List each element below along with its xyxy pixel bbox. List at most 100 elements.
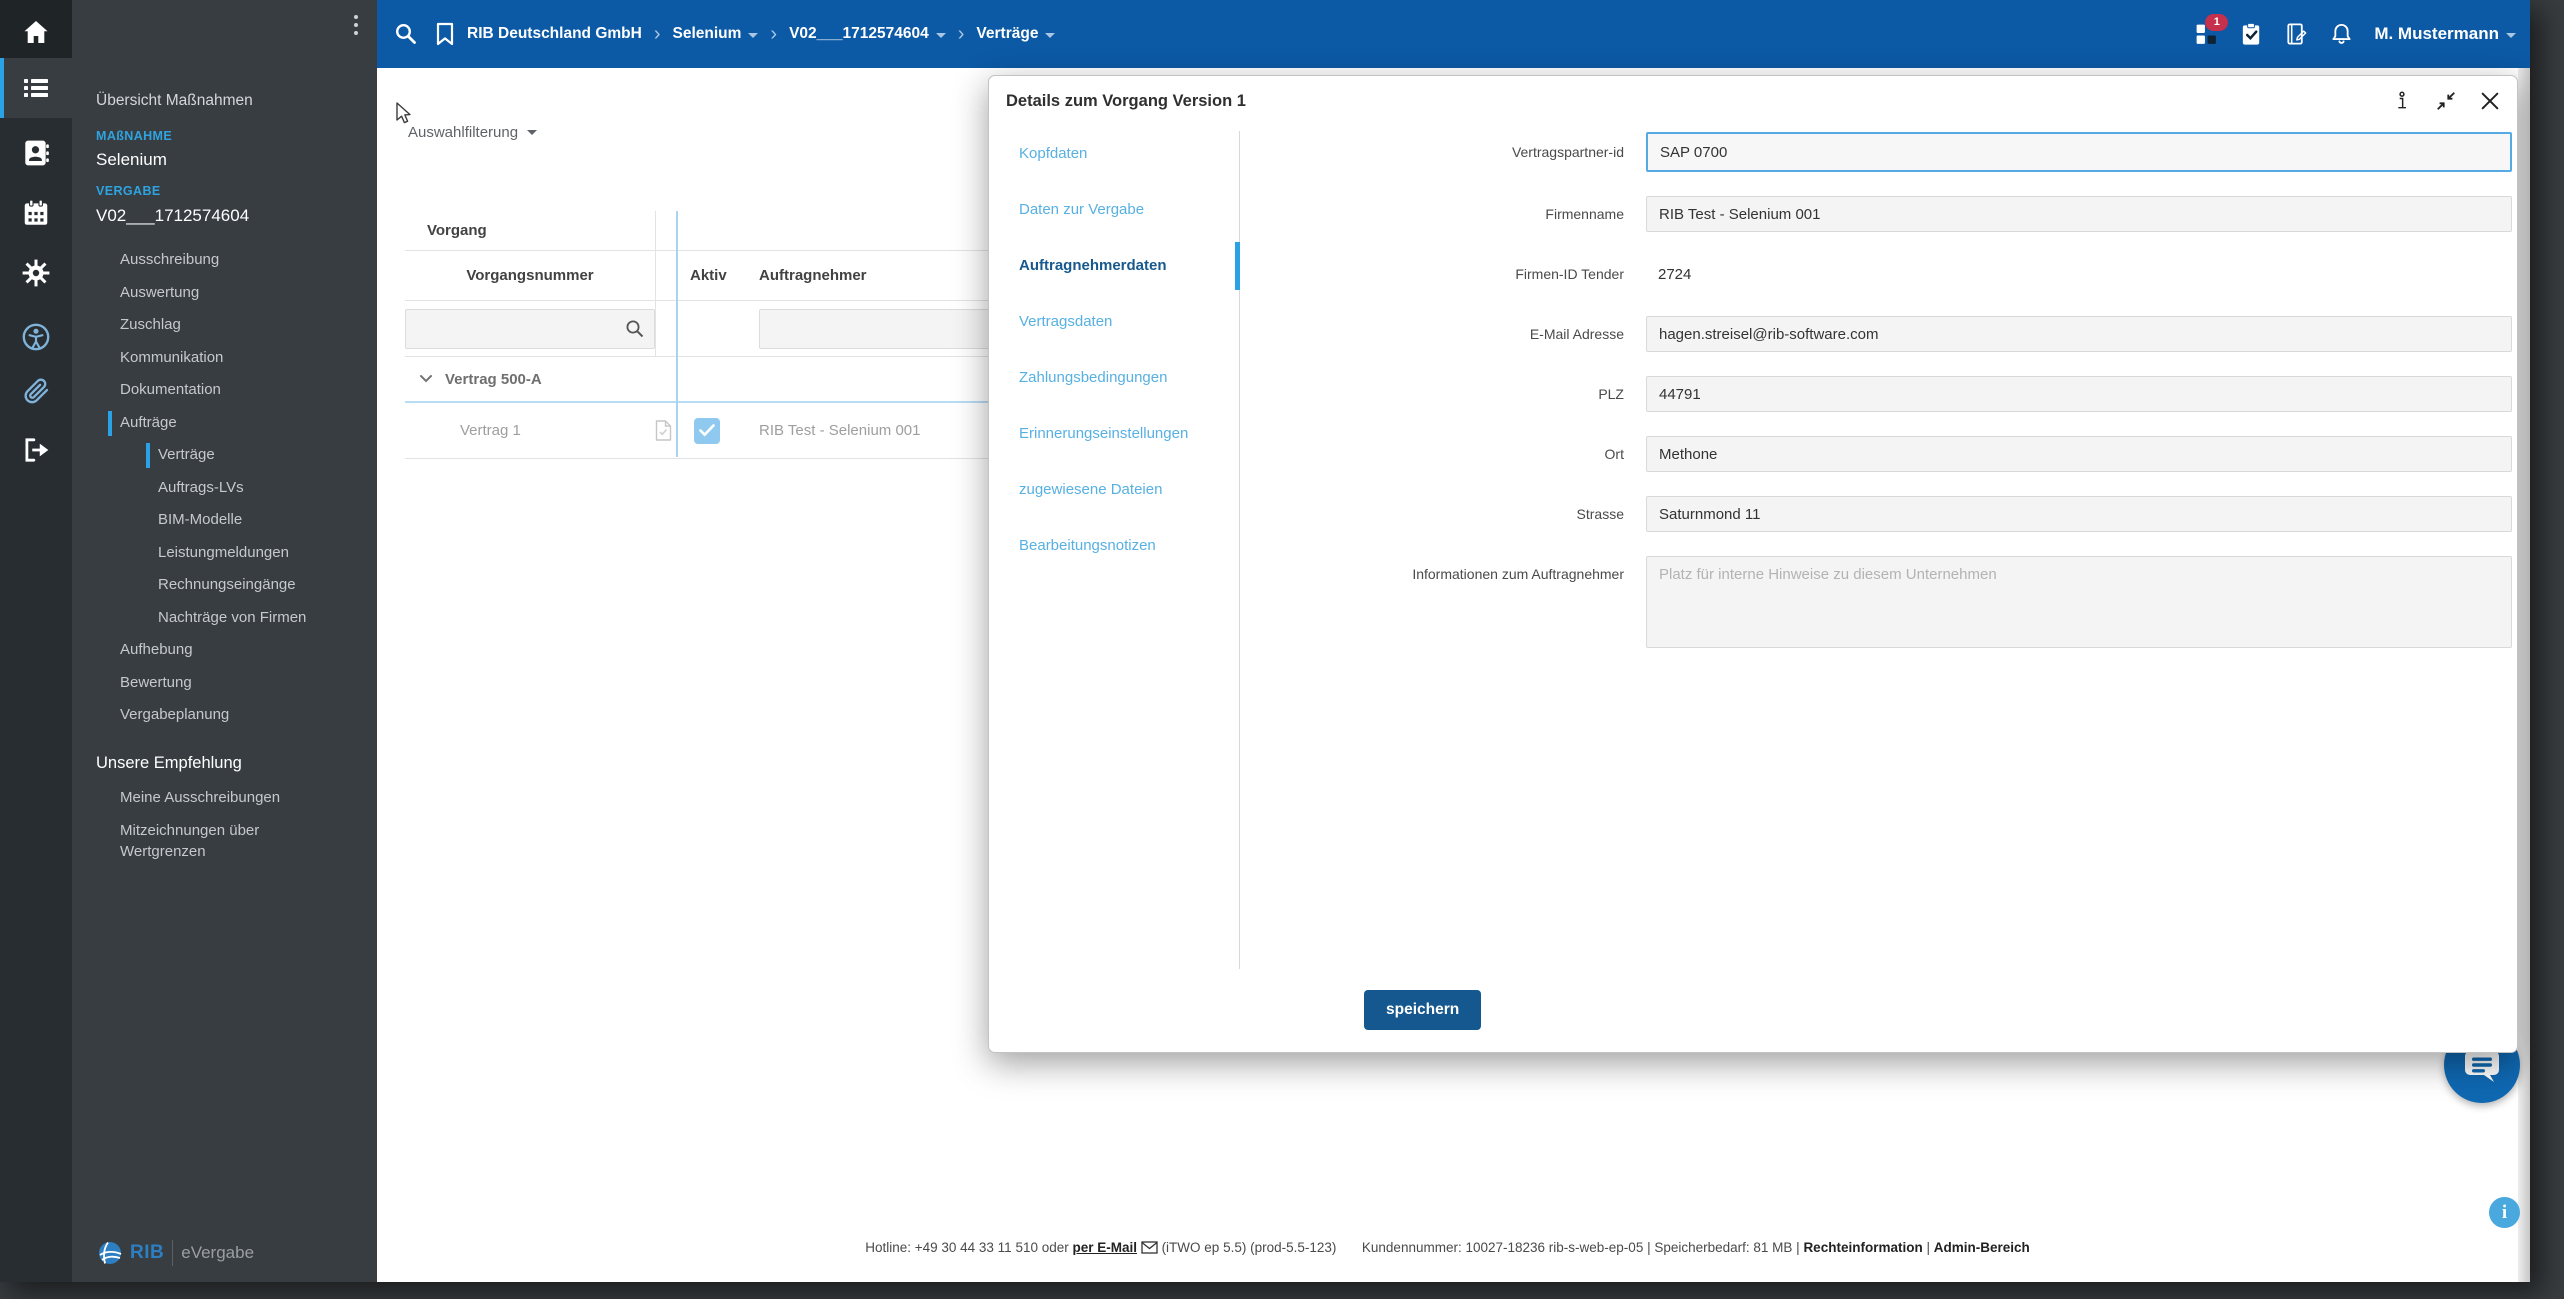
column-header-vorgangsnummer[interactable]: Vorgangsnummer <box>405 251 655 301</box>
sidebar-item-rechnungseingaenge[interactable]: Rechnungseingänge <box>72 569 377 602</box>
aktiv-checkbox[interactable] <box>694 417 720 444</box>
save-button[interactable]: speichern <box>1364 990 1482 1030</box>
field-label-vertragspartner-id: Vertragspartner-id <box>1511 144 1624 160</box>
plz-input[interactable] <box>1646 376 2512 412</box>
info-icon[interactable]: i <box>2489 1197 2520 1228</box>
sidebar-item-nachtraege[interactable]: Nachträge von Firmen <box>72 602 377 635</box>
bookmark-icon[interactable] <box>433 21 457 47</box>
sidebar-value-vergabe[interactable]: V02___1712574604 <box>96 206 249 226</box>
sidebar: Übersicht Maßnahmen MAßNAHME Selenium VE… <box>72 0 377 1282</box>
topbar-actions: 1 M. Mustermann <box>2194 13 2530 47</box>
footer-version: (iTWO ep 5.5) (prod-5.5-123) <box>1161 1240 1337 1255</box>
breadcrumb-item-massnahme[interactable]: Selenium <box>673 25 759 43</box>
page-scrollbar[interactable] <box>2518 68 2530 1282</box>
breadcrumb-item-vertraege[interactable]: Verträge <box>976 25 1056 43</box>
sidebar-item-meine-ausschreibungen[interactable]: Meine Ausschreibungen <box>72 782 377 815</box>
user-menu[interactable]: M. Mustermann <box>2374 24 2516 44</box>
footer-separator: | <box>1926 1240 1930 1255</box>
sidebar-section-empfehlung[interactable]: Unsere Empfehlung <box>72 744 377 782</box>
form-row: PLZ <box>1239 376 2512 412</box>
rib-globe-icon <box>99 1241 122 1264</box>
brand-divider <box>172 1240 174 1266</box>
tab-zugewiesene-dateien[interactable]: zugewiesene Dateien <box>989 462 1239 518</box>
sidebar-item-zuschlag[interactable]: Zuschlag <box>72 309 377 342</box>
sidebar-item-dokumentation[interactable]: Dokumentation <box>72 374 377 407</box>
sidebar-label-vergabe: VERGABE <box>96 184 161 198</box>
sidebar-label-massnahme: MAßNAHME <box>96 129 173 143</box>
breadcrumb-item-company[interactable]: RIB Deutschland GmbH <box>467 25 642 43</box>
info-pawn-icon[interactable] <box>2391 89 2413 113</box>
home-icon[interactable] <box>0 18 72 46</box>
search-icon[interactable] <box>393 21 419 47</box>
calendar-icon[interactable] <box>0 198 72 228</box>
sidebar-item-overview[interactable]: Übersicht Maßnahmen <box>96 92 253 110</box>
vorgangsnummer-filter-input[interactable] <box>405 308 655 349</box>
sidebar-menu-kebab-icon[interactable] <box>347 12 365 38</box>
mouse-cursor <box>395 102 417 131</box>
sidebar-item-auswertung[interactable]: Auswertung <box>72 277 377 310</box>
sidebar-item-leistungmeldungen[interactable]: Leistungmeldungen <box>72 537 377 570</box>
form-row: Strasse <box>1239 496 2512 532</box>
filter-spacer <box>676 301 745 357</box>
sidebar-item-auftrags-lvs[interactable]: Auftrags-LVs <box>72 472 377 505</box>
sidebar-item-vergabeplanung[interactable]: Vergabeplanung <box>72 699 377 732</box>
search-icon <box>626 320 644 337</box>
tab-bearbeitungsnotizen[interactable]: Bearbeitungsnotizen <box>989 518 1239 574</box>
sidebar-item-bim-modelle[interactable]: BIM-Modelle <box>72 504 377 537</box>
breadcrumb-separator: › <box>653 22 661 45</box>
tasks-clipboard-icon[interactable] <box>2239 21 2264 47</box>
accessibility-icon[interactable] <box>0 322 72 352</box>
tab-daten-zur-vergabe[interactable]: Daten zur Vergabe <box>989 182 1239 238</box>
desktop-background: RIB Deutschland GmbH › Selenium › V02___… <box>0 0 2564 1299</box>
notes-book-icon[interactable] <box>2284 21 2309 47</box>
footer-email-link[interactable]: per E-Mail <box>1073 1240 1138 1255</box>
breadcrumb-label: RIB Deutschland GmbH <box>467 25 642 42</box>
collapse-icon[interactable] <box>2435 90 2457 112</box>
sidebar-item-ausschreibung[interactable]: Ausschreibung <box>72 244 377 277</box>
sidebar-item-aufhebung[interactable]: Aufhebung <box>72 634 377 667</box>
list-measures-icon[interactable] <box>0 74 72 102</box>
breadcrumb-item-vergabe[interactable]: V02___1712574604 <box>789 25 946 43</box>
table-row-vorgangsnummer[interactable]: Vertrag 1 <box>405 403 655 459</box>
column-divider <box>655 211 656 357</box>
tab-erinnerungseinstellungen[interactable]: Erinnerungseinstellungen <box>989 406 1239 462</box>
column-header-aktiv[interactable]: Aktiv <box>676 251 745 301</box>
sidebar-item-bewertung[interactable]: Bewertung <box>72 667 377 700</box>
logout-icon[interactable] <box>0 435 72 465</box>
firmenname-input[interactable] <box>1646 196 2512 232</box>
form-row: Firmen-ID Tender <box>1239 256 2512 292</box>
breadcrumb: RIB Deutschland GmbH › Selenium › V02___… <box>467 22 1056 46</box>
sidebar-item-mitzeichnungen[interactable]: Mitzeichnungen über Wertgrenzen <box>72 814 377 862</box>
document-check-icon[interactable] <box>655 420 672 441</box>
form-row: Ort <box>1239 436 2512 472</box>
footer-rights-link[interactable]: Rechteinformation <box>1803 1240 1922 1255</box>
group-row-label: Vertrag 500-A <box>445 370 542 388</box>
modules-icon[interactable]: 1 <box>2194 13 2229 47</box>
sidebar-value-massnahme[interactable]: Selenium <box>96 150 167 170</box>
sidebar-item-auftraege[interactable]: Aufträge <box>72 407 377 440</box>
tab-zahlungsbedingungen[interactable]: Zahlungsbedingungen <box>989 350 1239 406</box>
footer-admin-link[interactable]: Admin-Bereich <box>1934 1240 2030 1255</box>
tab-kopfdaten[interactable]: Kopfdaten <box>989 126 1239 182</box>
ort-input[interactable] <box>1646 436 2512 472</box>
user-name: M. Mustermann <box>2374 24 2499 43</box>
close-icon[interactable] <box>2479 90 2501 112</box>
notifications-bell-icon[interactable] <box>2329 21 2354 47</box>
table-group-header[interactable]: Vorgang <box>405 211 676 251</box>
check-icon <box>699 424 715 437</box>
contacts-icon[interactable] <box>0 138 72 168</box>
settings-gear-icon[interactable] <box>0 258 72 288</box>
vertragspartner-id-input[interactable] <box>1646 132 2512 172</box>
chevron-down-icon <box>527 130 538 135</box>
email-input[interactable] <box>1646 316 2512 352</box>
tab-vertragsdaten[interactable]: Vertragsdaten <box>989 294 1239 350</box>
chevron-down-icon <box>2506 32 2516 38</box>
paperclip-icon[interactable] <box>0 376 72 406</box>
sidebar-item-kommunikation[interactable]: Kommunikation <box>72 342 377 375</box>
selection-filter-dropdown[interactable]: Auswahlfilterung <box>408 124 538 141</box>
tab-auftragnehmerdaten[interactable]: Auftragnehmerdaten <box>989 238 1240 294</box>
column-header-icon-spacer <box>655 251 676 301</box>
informationen-textarea[interactable] <box>1646 556 2512 648</box>
strasse-input[interactable] <box>1646 496 2512 532</box>
sidebar-item-vertraege[interactable]: Verträge <box>72 439 377 472</box>
